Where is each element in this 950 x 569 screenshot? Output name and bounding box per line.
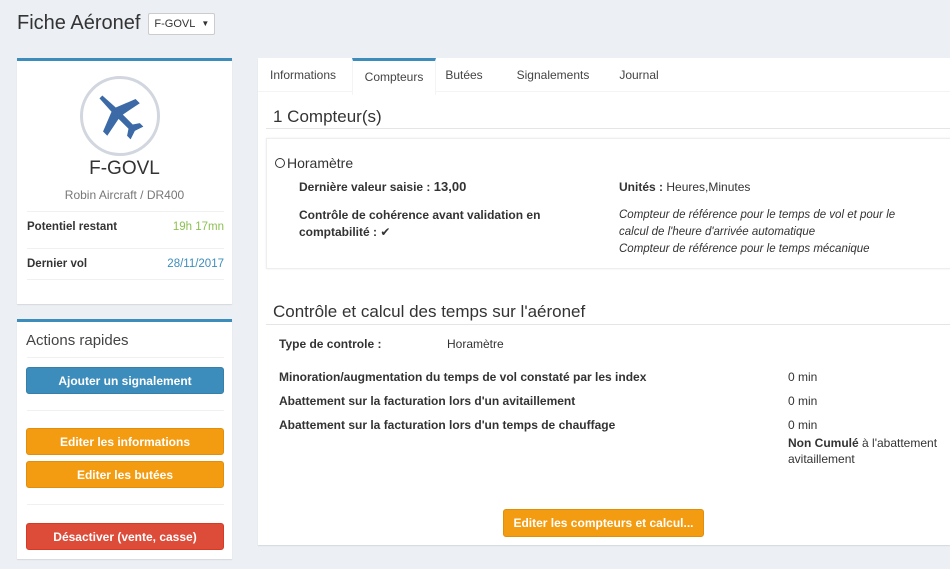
airplane-icon bbox=[99, 95, 144, 140]
control-row-value: 0 min bbox=[788, 418, 818, 432]
counter-name: Horamètre bbox=[275, 155, 353, 171]
divider bbox=[27, 504, 224, 505]
divider bbox=[27, 357, 224, 358]
non-cumul-bold: Non Cumulé bbox=[788, 436, 859, 450]
add-report-button[interactable]: Ajouter un signalement bbox=[26, 367, 224, 394]
clock-icon bbox=[275, 158, 285, 168]
counter-name-text: Horamètre bbox=[287, 155, 354, 171]
units-label: Unités : bbox=[619, 180, 664, 194]
tab-compteurs[interactable]: Compteurs bbox=[352, 58, 436, 95]
counters-title: 1 Compteur(s) bbox=[273, 107, 382, 126]
page-header: Fiche Aéronef F-GOVL ▼ bbox=[17, 12, 216, 35]
units: Unités : Heures,Minutes bbox=[619, 180, 750, 194]
counter-note: Compteur de référence pour le temps de v… bbox=[619, 209, 896, 238]
tab-signalements[interactable]: Signalements bbox=[512, 58, 594, 91]
tab-informations[interactable]: Informations bbox=[262, 58, 344, 91]
control-row-label: Abattement sur la facturation lors d'un … bbox=[279, 418, 616, 432]
consistency-label: Contrôle de cohérence avant validation e… bbox=[299, 208, 541, 239]
check-icon: ✔ bbox=[380, 225, 391, 239]
profile-row-value: 28/11/2017 bbox=[167, 258, 224, 270]
control-type-label-text: Type de controle : bbox=[279, 337, 382, 351]
tab-bar: Informations Compteurs Butées Signalemen… bbox=[258, 58, 950, 95]
page-title: Fiche Aéronef bbox=[17, 12, 141, 34]
aircraft-registration: F-GOVL bbox=[89, 158, 160, 179]
divider bbox=[266, 324, 950, 325]
profile-row-potential: Potentiel restant 19h 17mn bbox=[27, 211, 224, 233]
quick-actions-title: Actions rapides bbox=[26, 332, 129, 349]
aircraft-profile-card: F-GOVL Robin Aircraft / DR400 Potentiel … bbox=[17, 58, 232, 304]
deactivate-button[interactable]: Désactiver (vente, casse) bbox=[26, 523, 224, 550]
edit-counters-button[interactable]: Editer les compteurs et calcul... bbox=[503, 509, 704, 537]
aircraft-select[interactable]: F-GOVL ▼ bbox=[148, 12, 216, 35]
profile-row-label: Dernier vol bbox=[27, 258, 88, 270]
counter-note: Compteur de référence pour le temps méca… bbox=[619, 243, 870, 255]
edit-info-button[interactable]: Editer les informations bbox=[26, 428, 224, 455]
main-panel: Informations Compteurs Butées Signalemen… bbox=[258, 58, 950, 545]
last-value: Dernière valeur saisie : 13,00 bbox=[299, 179, 466, 194]
counter-card: Horamètre Dernière valeur saisie : 13,00… bbox=[266, 138, 950, 269]
control-row-value: 0 min bbox=[788, 370, 818, 384]
control-type-value: Horamètre bbox=[447, 337, 504, 351]
divider bbox=[27, 410, 224, 411]
profile-row-last-flight: Dernier vol 28/11/2017 bbox=[27, 248, 224, 270]
divider bbox=[27, 279, 224, 280]
control-row-label: Minoration/augmentation du temps de vol … bbox=[279, 370, 647, 384]
quick-actions-card: Actions rapides Ajouter un signalement E… bbox=[17, 319, 232, 559]
avatar bbox=[80, 76, 160, 156]
edit-limits-button[interactable]: Editer les butées bbox=[26, 461, 224, 488]
profile-row-value: 19h 17mn bbox=[172, 221, 224, 233]
tab-journal[interactable]: Journal bbox=[615, 58, 663, 91]
aircraft-model: Robin Aircraft / DR400 bbox=[64, 188, 185, 202]
consistency-check: Contrôle de cohérence avant validation e… bbox=[299, 207, 549, 241]
control-row-value: 0 min bbox=[788, 394, 818, 408]
caret-down-icon: ▼ bbox=[201, 19, 210, 28]
non-cumul-note: Non Cumulé à l'abattement avitaillement bbox=[788, 435, 948, 467]
tab-butees[interactable]: Butées bbox=[439, 58, 489, 91]
control-title: Contrôle et calcul des temps sur l'aéron… bbox=[273, 302, 586, 321]
last-value-number: 13,00 bbox=[433, 179, 467, 194]
control-type-label: Type de controle : bbox=[279, 337, 381, 351]
control-row-label: Abattement sur la facturation lors d'un … bbox=[279, 394, 576, 408]
last-value-label: Dernière valeur saisie : bbox=[299, 180, 431, 194]
units-value: Heures,Minutes bbox=[666, 180, 751, 194]
profile-row-label: Potentiel restant bbox=[27, 221, 118, 233]
divider bbox=[266, 128, 950, 129]
aircraft-select-value: F-GOVL bbox=[154, 17, 196, 30]
counter-notes: Compteur de référence pour le temps de v… bbox=[619, 207, 919, 258]
